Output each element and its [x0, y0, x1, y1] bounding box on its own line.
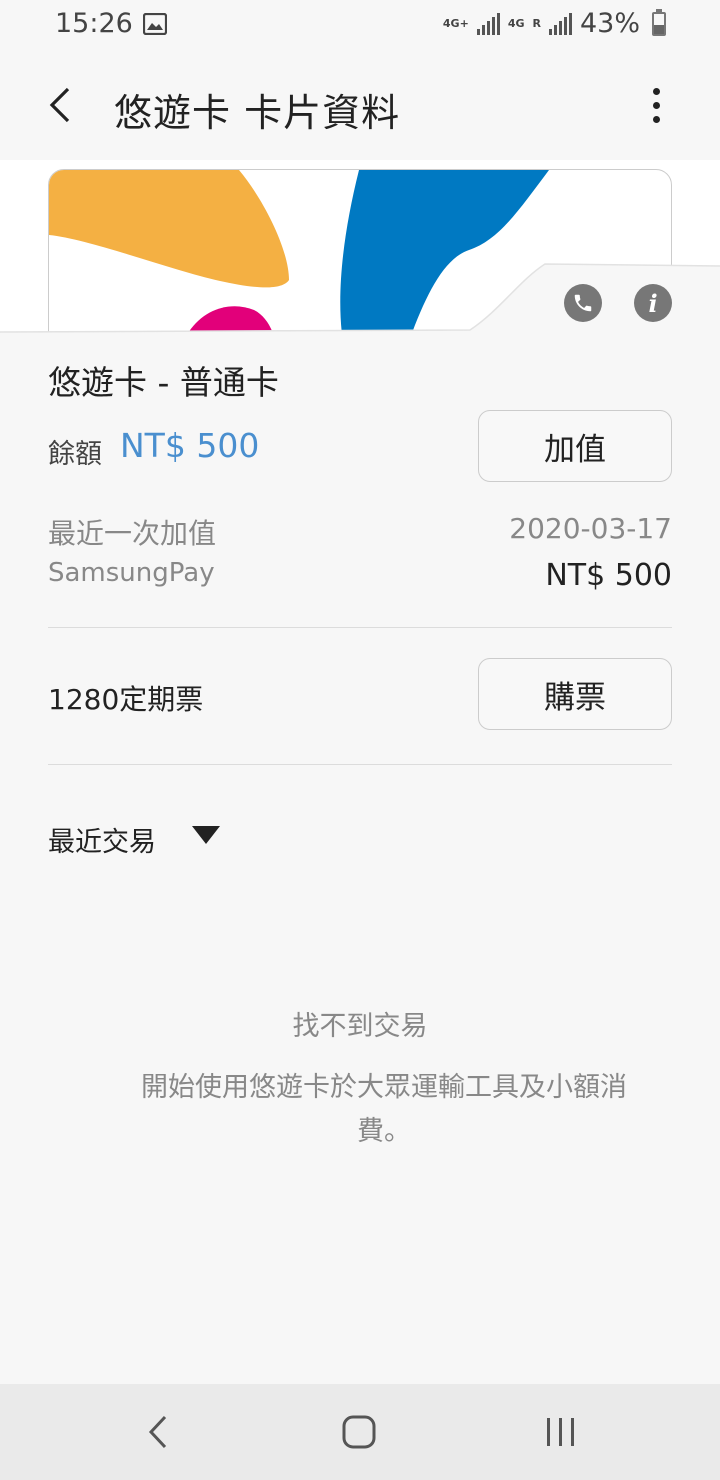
empty-state-title: 找不到交易 [292, 1011, 428, 1042]
balance-value: NT$ 500 [120, 426, 260, 465]
more-vertical-icon [652, 87, 660, 95]
signal-icon-2 [548, 12, 572, 35]
recent-transactions-label[interactable]: 最近交易 [48, 820, 156, 859]
more-options-button[interactable] [636, 80, 676, 130]
divider [48, 764, 672, 765]
nav-back-icon [148, 1415, 167, 1449]
signal-icon [476, 12, 500, 35]
nav-recents-button[interactable] [531, 1408, 591, 1456]
chevron-left-icon [49, 87, 70, 123]
last-topup-source: SamsungPay [48, 558, 215, 588]
empty-state-description: 開始使用悠遊卡於大眾運輸工具及小額消費。 [141, 1072, 627, 1147]
phone-icon[interactable] [564, 284, 602, 322]
nav-home-icon [342, 1415, 376, 1449]
last-topup-label: 最近一次加值 [48, 517, 217, 550]
battery-fill [654, 24, 664, 34]
card-actions: i [564, 284, 672, 322]
info-icon[interactable]: i [634, 284, 672, 322]
nav-back-button[interactable] [128, 1408, 188, 1456]
battery-percent: 43% [579, 8, 640, 39]
nav-home-button[interactable] [329, 1408, 389, 1456]
last-topup-date: 2020-03-17 [509, 512, 672, 545]
app-bar: 悠遊卡 卡片資料 [0, 50, 720, 160]
navigation-bar [0, 1384, 720, 1480]
back-button[interactable] [36, 78, 84, 132]
network-4g-plus-label: 4G+ [442, 17, 469, 30]
nav-recents-icon [547, 1418, 574, 1446]
last-topup-amount: NT$ 500 [545, 558, 672, 593]
card-name: 悠遊卡 - 普通卡 [48, 363, 279, 402]
buy-ticket-button[interactable]: 購票 [478, 658, 672, 730]
divider [48, 627, 672, 628]
gallery-notification-icon [143, 13, 167, 35]
status-time: 15:26 [55, 8, 133, 39]
network-4g-label: 4G [507, 17, 525, 30]
triangle-down-icon[interactable] [192, 826, 220, 846]
topup-button[interactable]: 加值 [478, 410, 672, 482]
page-title: 悠遊卡 卡片資料 [114, 91, 401, 135]
balance-label: 餘額 [48, 439, 102, 470]
pass-label: 1280定期票 [48, 683, 204, 716]
roaming-label: R [532, 17, 541, 30]
status-bar: 15:26 4G+ 4G R 43% [0, 0, 720, 50]
battery-icon [652, 8, 666, 36]
